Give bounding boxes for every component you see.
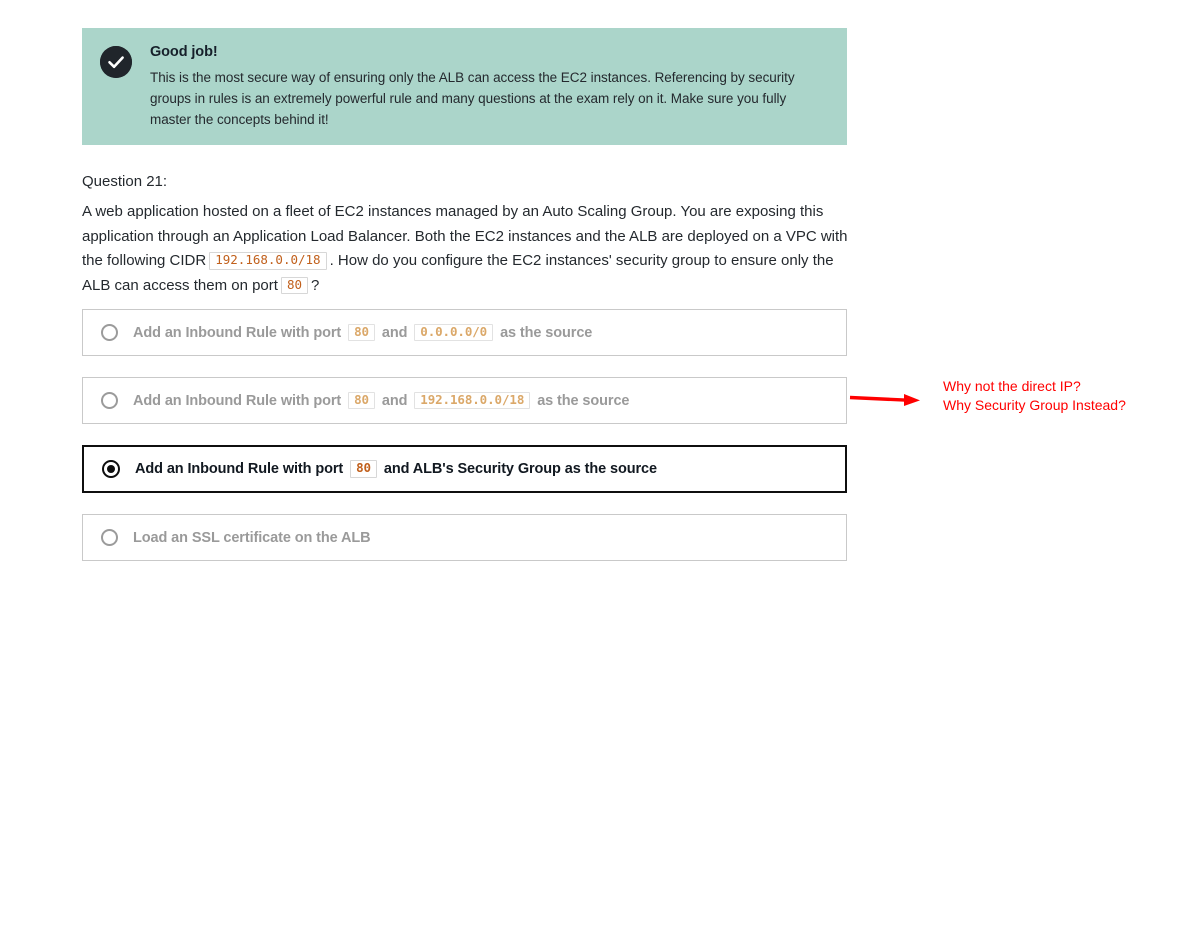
option-2-middle: and bbox=[381, 392, 408, 409]
annotation-text: Why not the direct IP? Why Security Grou… bbox=[943, 377, 1126, 415]
question-text: A web application hosted on a fleet of E… bbox=[82, 200, 848, 298]
option-1-suffix: as the source bbox=[500, 324, 593, 341]
feedback-icon-wrap bbox=[100, 46, 132, 78]
option-1-port-code: 80 bbox=[348, 323, 375, 342]
answer-option-2-label: Add an Inbound Rule with port 80 and 192… bbox=[133, 391, 630, 410]
answer-option-4[interactable]: Load an SSL certificate on the ALB bbox=[82, 514, 847, 561]
option-1-prefix: Add an Inbound Rule with port bbox=[133, 324, 342, 341]
answer-option-3-label: Add an Inbound Rule with port 80 and ALB… bbox=[135, 460, 657, 478]
answer-option-2[interactable]: Add an Inbound Rule with port 80 and 192… bbox=[82, 377, 847, 424]
answer-option-1-label: Add an Inbound Rule with port 80 and 0.0… bbox=[133, 323, 593, 342]
option-4-prefix: Load an SSL certificate on the ALB bbox=[133, 529, 371, 546]
option-3-suffix: and ALB's Security Group as the source bbox=[383, 461, 657, 478]
option-2-port-code: 80 bbox=[348, 391, 375, 410]
radio-button-icon[interactable] bbox=[101, 392, 118, 409]
option-1-source-code: 0.0.0.0/0 bbox=[414, 323, 494, 342]
radio-button-selected-icon[interactable] bbox=[102, 460, 120, 478]
answer-option-1[interactable]: Add an Inbound Rule with port 80 and 0.0… bbox=[82, 309, 847, 356]
question-text-part-3: ? bbox=[311, 276, 320, 294]
check-circle-icon bbox=[100, 46, 132, 78]
answer-options-list: Add an Inbound Rule with port 80 and 0.0… bbox=[82, 309, 847, 582]
radio-button-icon[interactable] bbox=[101, 324, 118, 341]
annotation-line-1: Why not the direct IP? bbox=[943, 378, 1081, 394]
question-cidr-code: 192.168.0.0/18 bbox=[209, 252, 327, 270]
option-1-middle: and bbox=[381, 324, 408, 341]
answer-option-4-label: Load an SSL certificate on the ALB bbox=[133, 530, 371, 546]
feedback-text: This is the most secure way of ensuring … bbox=[150, 70, 795, 128]
option-3-prefix: Add an Inbound Rule with port bbox=[135, 461, 344, 478]
radio-button-icon[interactable] bbox=[101, 529, 118, 546]
feedback-banner: Good job! This is the most secure way of… bbox=[82, 28, 847, 145]
option-3-port-code: 80 bbox=[350, 460, 377, 478]
feedback-body: Good job! This is the most secure way of… bbox=[150, 44, 827, 130]
option-2-source-code: 192.168.0.0/18 bbox=[414, 391, 531, 410]
annotation-line-2: Why Security Group Instead? bbox=[943, 397, 1126, 413]
feedback-title: Good job! bbox=[150, 44, 218, 60]
annotation-right-arrow-icon bbox=[848, 386, 926, 414]
option-2-suffix: as the source bbox=[537, 392, 630, 409]
option-2-prefix: Add an Inbound Rule with port bbox=[133, 392, 342, 409]
answer-option-3[interactable]: Add an Inbound Rule with port 80 and ALB… bbox=[82, 445, 847, 493]
question-label: Question 21: bbox=[82, 173, 168, 190]
question-port-code: 80 bbox=[280, 276, 308, 294]
